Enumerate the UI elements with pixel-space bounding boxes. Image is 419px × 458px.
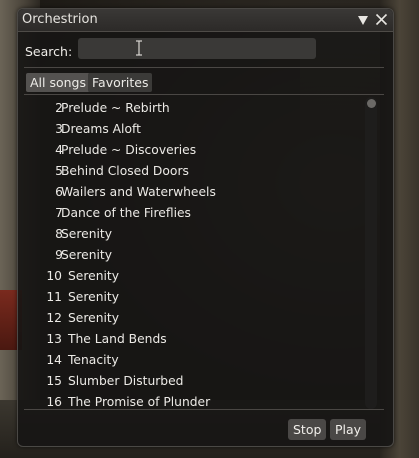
song-title: Wailers and Waterwheels: [61, 185, 216, 199]
song-title: The Land Bends: [68, 332, 167, 346]
play-button[interactable]: Play: [330, 419, 367, 440]
scrollbar[interactable]: [365, 97, 377, 409]
song-list: 2 Prelude ~ Rebirth 3 Dreams Aloft 4 Prelude …: [24, 97, 364, 409]
song-title: Prelude ~ Rebirth: [61, 101, 170, 115]
song-number: 15: [46, 374, 62, 388]
scrollbar-thumb[interactable]: [367, 99, 376, 108]
song-title: The Promise of Plunder: [68, 395, 211, 409]
song-row[interactable]: 13 The Land Bends: [24, 329, 364, 350]
song-row[interactable]: 10 Serenity: [24, 266, 364, 287]
close-icon[interactable]: [375, 13, 388, 26]
song-number: 13: [46, 332, 62, 346]
song-title: Behind Closed Doors: [61, 164, 189, 178]
search-input[interactable]: [78, 38, 316, 59]
song-title: Slumber Disturbed: [68, 374, 184, 388]
song-title: Serenity: [61, 227, 113, 241]
song-row[interactable]: 7 Dance of the Fireflies: [24, 203, 364, 224]
song-number: 14: [46, 353, 62, 367]
song-title: Serenity: [68, 269, 120, 283]
divider: [24, 94, 384, 95]
song-number: 8: [55, 227, 63, 241]
song-number: 6: [55, 185, 63, 199]
search-label: Search:: [25, 44, 73, 59]
song-number: 2: [55, 101, 63, 115]
song-number: 3: [55, 122, 63, 136]
song-row[interactable]: 16 The Promise of Plunder: [24, 392, 364, 409]
song-title: Serenity: [68, 311, 120, 325]
song-number: 10: [46, 269, 62, 283]
divider: [24, 409, 384, 410]
song-title: Tenacity: [68, 353, 119, 367]
orchestrion-window: Orchestrion Search: All songs Favorites …: [17, 8, 394, 447]
collapse-triangle-icon[interactable]: [357, 14, 369, 26]
song-row[interactable]: 2 Prelude ~ Rebirth: [24, 98, 364, 119]
song-title: Serenity: [61, 248, 113, 262]
song-number: 4: [55, 143, 63, 157]
song-row[interactable]: 6 Wailers and Waterwheels: [24, 182, 364, 203]
song-title: Dance of the Fireflies: [61, 206, 191, 220]
song-number: 7: [55, 206, 63, 220]
song-number: 5: [55, 164, 63, 178]
song-row[interactable]: 4 Prelude ~ Discoveries: [24, 140, 364, 161]
song-title: Dreams Aloft: [61, 122, 141, 136]
song-title: Prelude ~ Discoveries: [61, 143, 197, 157]
window-title: Orchestrion: [22, 12, 98, 27]
stop-button[interactable]: Stop: [288, 419, 327, 440]
tab-all-songs[interactable]: All songs: [26, 73, 90, 92]
tab-favorites[interactable]: Favorites: [88, 73, 153, 92]
song-row[interactable]: 5 Behind Closed Doors: [24, 161, 364, 182]
song-row[interactable]: 14 Tenacity: [24, 350, 364, 371]
song-row[interactable]: 3 Dreams Aloft: [24, 119, 364, 140]
text-cursor-icon: [136, 40, 142, 56]
song-row[interactable]: 9 Serenity: [24, 245, 364, 266]
song-number: 16: [46, 395, 62, 409]
song-number: 12: [46, 311, 62, 325]
song-row[interactable]: 11 Serenity: [24, 287, 364, 308]
divider: [24, 67, 384, 68]
song-row[interactable]: 8 Serenity: [24, 224, 364, 245]
song-row[interactable]: 15 Slumber Disturbed: [24, 371, 364, 392]
song-row[interactable]: 12 Serenity: [24, 308, 364, 329]
title-bar[interactable]: Orchestrion: [18, 9, 393, 32]
song-title: Serenity: [68, 290, 120, 304]
song-number: 9: [55, 248, 63, 262]
song-number: 11: [46, 290, 62, 304]
